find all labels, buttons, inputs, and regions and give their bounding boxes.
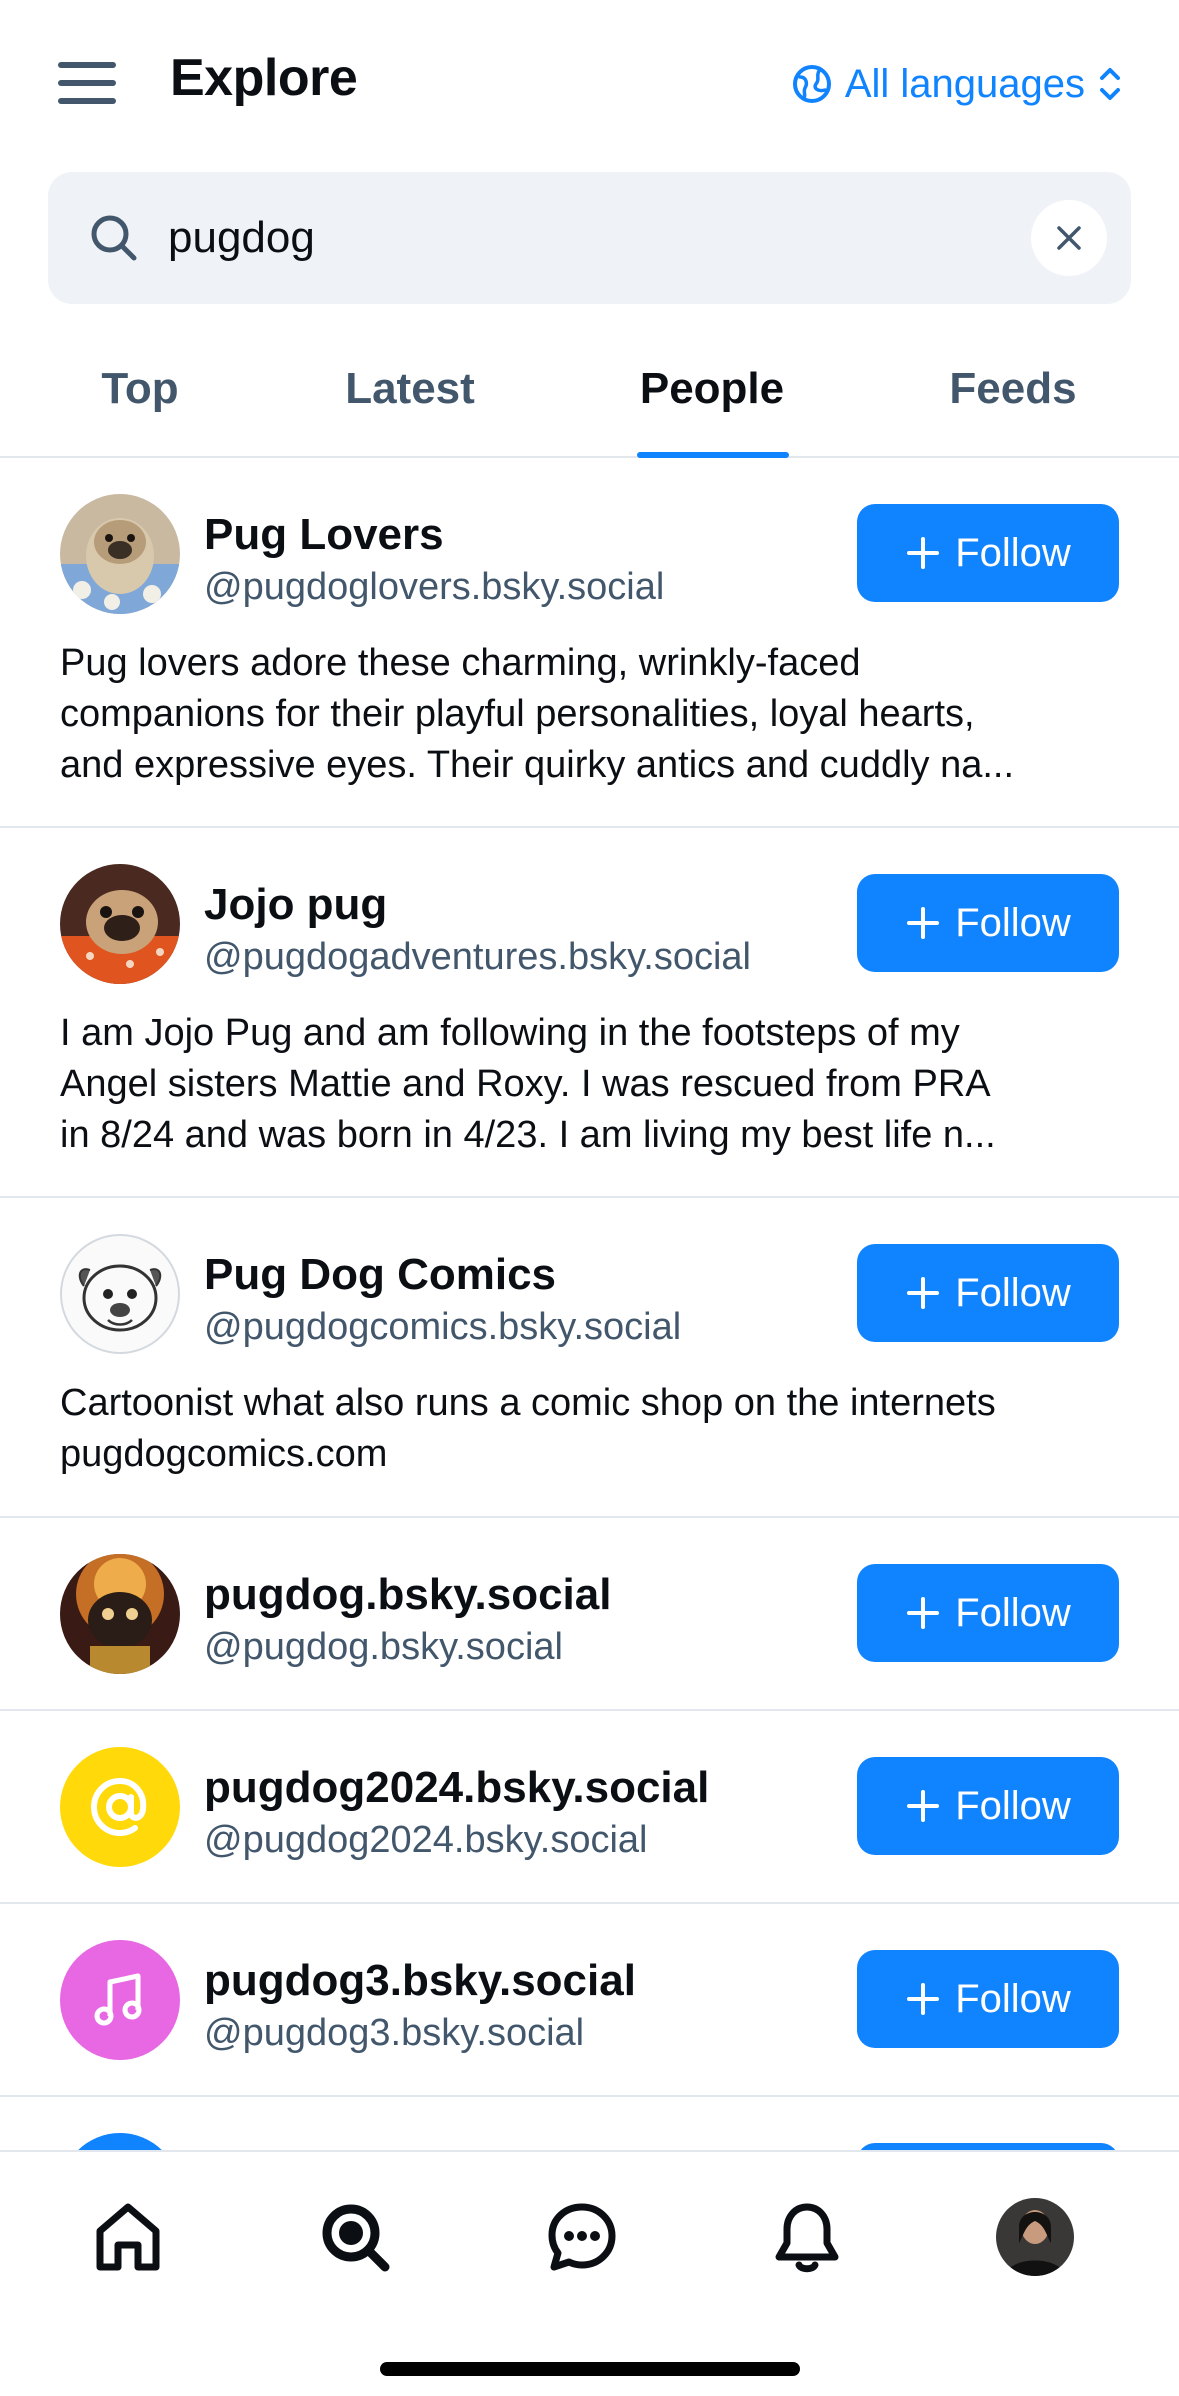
header: Explore All languages [0, 0, 1179, 160]
at-sign-icon [90, 1777, 147, 1837]
follow-button[interactable]: Follow [857, 1950, 1119, 2048]
list-item[interactable]: Jojo pug @pugdogadventures.bsky.social F… [0, 828, 1179, 1198]
search-bar [48, 172, 1131, 304]
search-tabs: Top Latest People Feeds [0, 330, 1179, 458]
person-name: Pug Lovers [204, 510, 444, 559]
list-item[interactable]: Pug Lovers @pugdoglovers.bsky.social Fol… [0, 458, 1179, 828]
people-list: Pug Lovers @pugdoglovers.bsky.social Fol… [0, 458, 1179, 2253]
nav-profile[interactable] [990, 2192, 1080, 2282]
list-item[interactable]: pugdog3.bsky.social @pugdog3.bsky.social… [0, 1904, 1179, 2097]
avatar[interactable] [60, 1940, 180, 2060]
nav-search[interactable] [310, 2192, 400, 2282]
avatar[interactable] [60, 1747, 180, 1867]
tab-feeds[interactable]: Feeds [949, 364, 1076, 414]
person-handle: @pugdog.bsky.social [204, 1626, 563, 1668]
list-item[interactable]: pugdog.bsky.social @pugdog.bsky.social F… [0, 1518, 1179, 1711]
avatar[interactable] [60, 1554, 180, 1674]
person-bio: Cartoonist what also runs a comic shop o… [60, 1382, 996, 1475]
plus-icon [907, 1597, 940, 1629]
tab-people[interactable]: People [640, 364, 784, 414]
person-name: Pug Dog Comics [204, 1250, 557, 1299]
follow-button[interactable]: Follow [857, 874, 1119, 972]
plus-icon [907, 907, 940, 939]
search-icon [91, 215, 137, 261]
person-name: Jojo pug [204, 880, 388, 929]
chat-icon [548, 2203, 616, 2271]
search-icon [322, 2204, 390, 2272]
home-icon [96, 2203, 160, 2271]
profile-avatar [996, 2198, 1074, 2276]
person-handle: @pugdogadventures.bsky.social [204, 936, 751, 978]
person-name: pugdog.bsky.social [204, 1570, 612, 1619]
bottom-nav [0, 2150, 1179, 2396]
person-bio: Pug lovers adore these charming, wrinkly… [60, 642, 1015, 786]
avatar[interactable] [60, 1234, 180, 1354]
bell-icon [775, 2203, 839, 2273]
follow-button[interactable]: Follow [857, 504, 1119, 602]
person-name: pugdog2024.bsky.social [204, 1763, 710, 1812]
plus-icon [907, 537, 940, 569]
plus-icon [907, 1790, 940, 1822]
list-item[interactable]: pugdog2024.bsky.social @pugdog2024.bsky.… [0, 1711, 1179, 1904]
tab-latest[interactable]: Latest [345, 364, 475, 414]
search-input[interactable] [168, 202, 1048, 274]
home-indicator [380, 2362, 800, 2376]
plus-icon [907, 1983, 940, 2015]
follow-button[interactable]: Follow [857, 1564, 1119, 1662]
tab-top[interactable]: Top [101, 364, 178, 414]
chevron-up-down-icon [1100, 68, 1120, 100]
person-handle: @pugdog2024.bsky.social [204, 1819, 648, 1861]
clear-search-button[interactable] [1031, 200, 1107, 276]
nav-notifications[interactable] [762, 2192, 852, 2282]
nav-home[interactable] [83, 2192, 173, 2282]
nav-chat[interactable] [537, 2192, 627, 2282]
person-handle: @pugdogcomics.bsky.social [204, 1306, 682, 1348]
language-selector[interactable]: All languages [791, 56, 1123, 112]
follow-button[interactable]: Follow [857, 1244, 1119, 1342]
globe-icon [792, 65, 831, 103]
person-name: pugdog3.bsky.social [204, 1956, 636, 2005]
follow-button[interactable]: Follow [857, 1757, 1119, 1855]
avatar[interactable] [60, 494, 180, 614]
list-item[interactable]: Pug Dog Comics @pugdogcomics.bsky.social… [0, 1198, 1179, 1518]
close-icon [1057, 226, 1081, 250]
person-bio: I am Jojo Pug and am following in the fo… [60, 1012, 996, 1156]
person-handle: @pugdog3.bsky.social [204, 2012, 585, 2054]
plus-icon [907, 1277, 940, 1309]
menu-icon[interactable] [56, 58, 120, 108]
page-title: Explore [170, 49, 358, 107]
avatar[interactable] [60, 864, 180, 984]
language-label: All languages [844, 61, 1085, 106]
music-note-icon [94, 1973, 142, 2026]
person-handle: @pugdoglovers.bsky.social [204, 566, 665, 608]
